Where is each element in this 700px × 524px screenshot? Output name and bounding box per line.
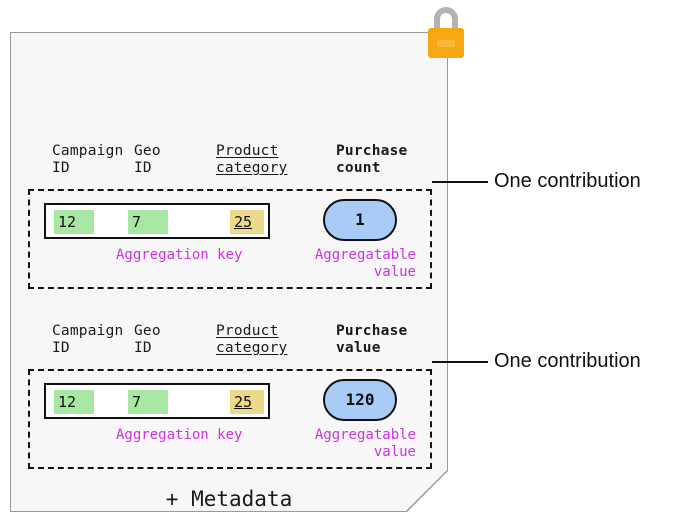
header-campaign-id: Campaign ID [52, 143, 124, 176]
aggregation-key-box-2: 12 7 25 [44, 383, 270, 419]
header-product-category: Product category [216, 143, 288, 176]
header-campaign-id: Campaign ID [52, 323, 124, 356]
key-cell-geo-id: 7 [128, 210, 168, 234]
metadata-label: + Metadata [165, 487, 293, 511]
key-cell-geo-id: 7 [128, 390, 168, 414]
aggregatable-value-oval-1: 1 [323, 199, 397, 241]
lock-icon [428, 7, 464, 58]
column-headers-1: Campaign ID Geo ID Product category Purc… [28, 143, 432, 189]
header-geo-id: Geo ID [134, 143, 161, 176]
callout-leader-line-2 [432, 361, 488, 363]
header-product-category: Product category [216, 323, 288, 356]
key-cell-campaign-id: 12 [54, 210, 94, 234]
header-geo-id: Geo ID [134, 323, 161, 356]
diagram-root: Campaign ID Geo ID Product category Purc… [0, 0, 700, 524]
callout-label-2: One contribution [494, 350, 641, 372]
header-measure: Purchase count [336, 143, 408, 176]
annotation-aggregatable-value-1: Aggregatable value [314, 247, 416, 280]
contribution-boundary-2: 12 7 25 120 Aggregation key Aggregatable… [28, 369, 432, 469]
key-cell-product-category: 25 [230, 210, 264, 234]
callout-leader-line-1 [432, 181, 488, 183]
key-cell-campaign-id: 12 [54, 390, 94, 414]
aggregatable-value-oval-2: 120 [323, 379, 397, 421]
key-cell-product-category: 25 [230, 390, 264, 414]
column-headers-2: Campaign ID Geo ID Product category Purc… [28, 323, 432, 369]
annotation-aggregation-key-1: Aggregation key [116, 247, 243, 263]
callout-label-1: One contribution [494, 170, 641, 192]
aggregation-key-box-1: 12 7 25 [44, 203, 270, 239]
header-measure: Purchase value [336, 323, 408, 356]
annotation-aggregation-key-2: Aggregation key [116, 427, 243, 443]
contribution-boundary-1: 12 7 25 1 Aggregation key Aggregatable v… [28, 189, 432, 289]
annotation-aggregatable-value-2: Aggregatable value [314, 427, 416, 460]
